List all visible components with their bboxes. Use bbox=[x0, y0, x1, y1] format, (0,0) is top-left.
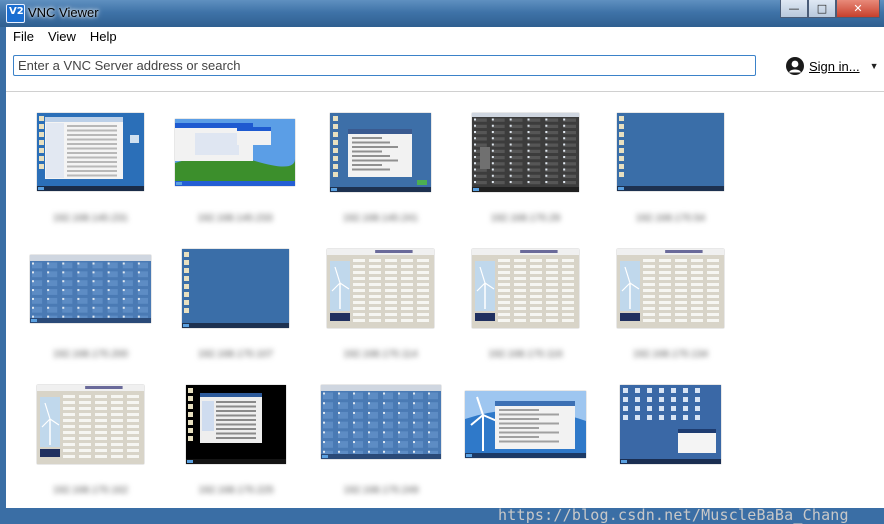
user-icon bbox=[786, 57, 804, 75]
close-icon[interactable]: ✕ bbox=[836, 0, 880, 18]
connection-preview[interactable] bbox=[327, 249, 434, 328]
window-controls: — □ ✕ bbox=[780, 0, 880, 18]
menu-view[interactable]: View bbox=[41, 27, 83, 47]
connection-preview[interactable] bbox=[472, 249, 579, 328]
search-input[interactable] bbox=[13, 55, 756, 76]
connection-preview[interactable] bbox=[175, 119, 295, 186]
dropdown-caret-icon[interactable]: ▼ bbox=[870, 61, 879, 71]
connection-label: 192.168.140.231 bbox=[52, 213, 129, 224]
window-title: VNC Viewer bbox=[28, 5, 99, 20]
connection-label: 192.168.170.162 bbox=[52, 485, 129, 496]
sign-in-label: Sign in... bbox=[809, 58, 860, 74]
maximize-icon[interactable]: □ bbox=[808, 0, 836, 18]
connection-preview[interactable] bbox=[182, 249, 289, 328]
connection-preview[interactable] bbox=[37, 385, 144, 464]
connection-label: 192.168.170.134 bbox=[632, 349, 709, 360]
connection-preview[interactable] bbox=[617, 113, 724, 191]
connection-preview[interactable] bbox=[472, 113, 579, 192]
connection-label: 192.168.170.200 bbox=[52, 349, 129, 360]
app-logo-icon: V2 bbox=[6, 4, 25, 23]
connection-label: 192.168.170.225 bbox=[198, 485, 274, 496]
connection-label: 192.168.140.233 bbox=[197, 213, 273, 224]
connection-label: 192.168.170.116 bbox=[488, 349, 563, 360]
sign-in-button[interactable]: Sign in... ▼ bbox=[786, 56, 879, 76]
connection-preview[interactable] bbox=[617, 249, 724, 328]
minimize-icon[interactable]: — bbox=[780, 0, 808, 18]
connection-label: 192.168.170.107 bbox=[197, 349, 274, 360]
connection-label: 192.168.170.29 bbox=[490, 213, 561, 224]
watermark: https://blog.csdn.net/MuscleBaBa_Chang bbox=[498, 506, 849, 524]
connection-preview[interactable] bbox=[620, 385, 721, 464]
menu-bar: File View Help bbox=[6, 27, 884, 47]
main-window: File View Help Sign in... ▼ 192.168.140.… bbox=[6, 27, 884, 524]
connection-label: 192.168.170.54 bbox=[635, 213, 706, 224]
connection-label: 192.168.140.241 bbox=[342, 213, 419, 224]
connection-preview[interactable] bbox=[30, 255, 151, 323]
connection-preview[interactable] bbox=[465, 391, 586, 458]
connection-preview[interactable] bbox=[186, 385, 286, 464]
connection-preview[interactable] bbox=[37, 113, 144, 191]
connection-label: 192.168.170.249 bbox=[343, 485, 419, 496]
toolbar: Sign in... ▼ bbox=[6, 47, 884, 92]
connection-label: 192.168.170.114 bbox=[343, 349, 418, 360]
menu-file[interactable]: File bbox=[6, 27, 41, 47]
connection-preview[interactable] bbox=[321, 385, 441, 459]
menu-help[interactable]: Help bbox=[83, 27, 124, 47]
title-bar[interactable]: V2 VNC Viewer — □ ✕ bbox=[0, 0, 884, 27]
connection-preview[interactable] bbox=[330, 113, 431, 192]
